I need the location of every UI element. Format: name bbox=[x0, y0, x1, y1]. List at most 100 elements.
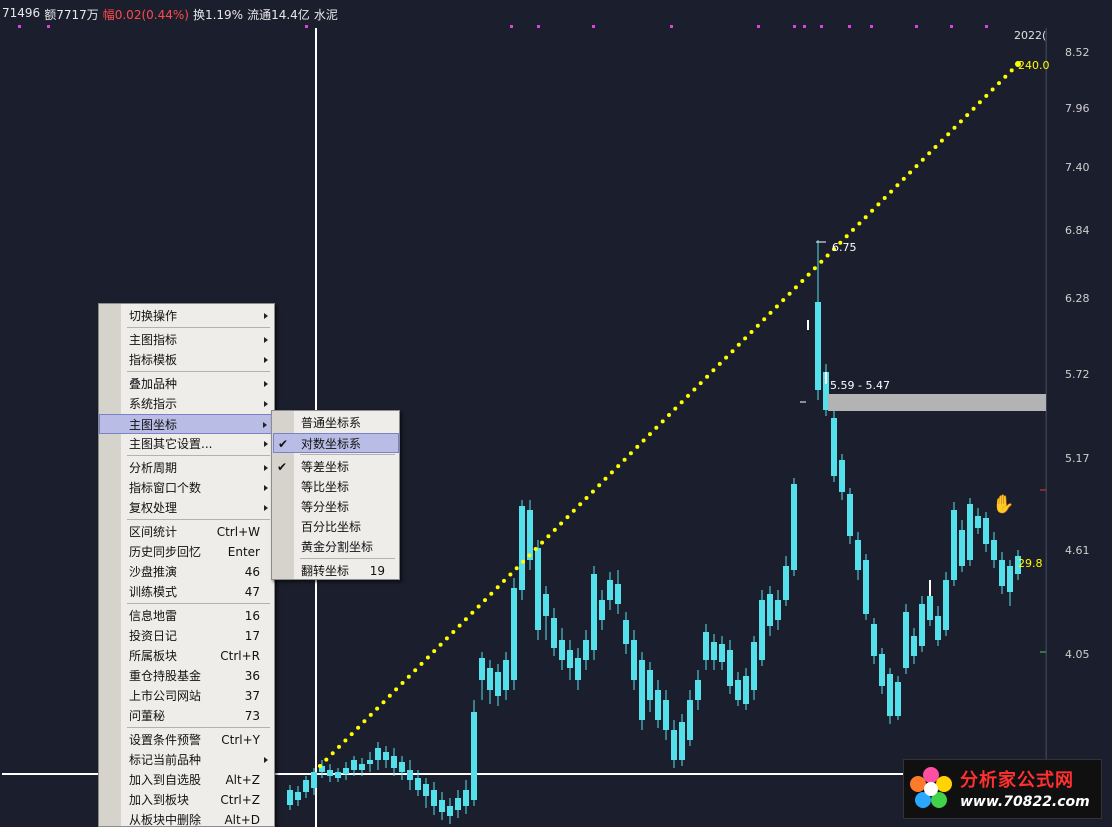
candle-body bbox=[335, 772, 341, 778]
event-marker bbox=[47, 25, 50, 28]
checkmark-icon: ✔ bbox=[278, 437, 289, 451]
trendline-dot bbox=[654, 425, 659, 430]
menu-item[interactable]: 指标窗口个数 bbox=[121, 478, 274, 498]
menu-item[interactable]: 投资日记 17 bbox=[121, 626, 274, 646]
menu-item[interactable]: 翻转坐标 19 bbox=[294, 561, 399, 581]
event-marker bbox=[510, 25, 513, 28]
trendline-dot bbox=[977, 100, 982, 105]
candle-body bbox=[735, 680, 741, 700]
menu-item[interactable]: 上市公司网站 37 bbox=[121, 686, 274, 706]
submenu-arrow-icon bbox=[264, 505, 268, 511]
trendline-dot bbox=[489, 591, 494, 596]
menu-item[interactable]: 训练模式 47 bbox=[121, 582, 274, 602]
trendline-dot bbox=[641, 438, 646, 443]
candle-body bbox=[687, 700, 693, 740]
menu-item[interactable]: ✔ 对数坐标系 bbox=[273, 433, 399, 453]
trendline-dot bbox=[457, 623, 462, 628]
menu-item-label: 设置条件预警 bbox=[129, 733, 202, 747]
candle-body bbox=[431, 790, 437, 806]
candle-body bbox=[519, 506, 525, 590]
menu-item[interactable]: 沙盘推演 46 bbox=[121, 562, 274, 582]
candle-body bbox=[367, 760, 373, 764]
trendline-dot bbox=[851, 227, 855, 232]
candle-body bbox=[295, 792, 301, 800]
trendline-dot bbox=[559, 521, 564, 526]
trendline-dot bbox=[597, 483, 602, 488]
menu-item[interactable]: 复权处理 bbox=[121, 498, 274, 518]
trendline-dot bbox=[762, 317, 767, 322]
menu-item[interactable]: 普通坐标系 bbox=[294, 413, 399, 433]
menu-item-label: 等差坐标 bbox=[301, 460, 350, 474]
menu-item-shortcut: Alt+Z bbox=[225, 773, 260, 787]
menu-item[interactable]: 百分比坐标 bbox=[294, 517, 399, 537]
candle-body bbox=[607, 580, 613, 600]
candle-body bbox=[311, 772, 317, 788]
trendline-dot bbox=[939, 138, 944, 143]
menu-item[interactable]: 主图其它设置... bbox=[121, 434, 274, 454]
menu-item-shortcut: 73 bbox=[244, 709, 260, 723]
menu-item[interactable]: 问董秘 73 bbox=[121, 706, 274, 726]
trendline-dot bbox=[400, 681, 405, 685]
candle-body bbox=[639, 660, 645, 720]
trendline-dot bbox=[438, 642, 443, 647]
menu-item[interactable]: 系统指示 bbox=[121, 394, 274, 414]
trendline-dot bbox=[483, 598, 487, 603]
coordinate-submenu: 普通坐标系 ✔ 对数坐标系 ✔ 等差坐标 等比坐标 等分坐标 百分比坐标 黄金分割坐标 翻转坐标 1… bbox=[271, 410, 400, 580]
trendline-dot bbox=[375, 706, 380, 711]
menu-item-label: 上市公司网站 bbox=[129, 689, 202, 703]
menu-item[interactable]: 标记当前品种 bbox=[121, 750, 274, 770]
candle-body bbox=[631, 640, 637, 680]
menu-item[interactable]: 分析周期 bbox=[121, 458, 274, 478]
candle-body bbox=[895, 682, 901, 716]
menu-item-label: 历史同步回忆 bbox=[129, 545, 202, 559]
price-tick: 6.84 bbox=[1065, 224, 1090, 237]
trendline-dot bbox=[419, 661, 424, 666]
menu-item[interactable]: 重仓持股基金 36 bbox=[121, 666, 274, 686]
menu-item-label: 从板块中删除 bbox=[129, 813, 202, 827]
trendline-current-label: 29.8 bbox=[1018, 557, 1043, 570]
event-marker bbox=[670, 25, 673, 28]
flower-logo-icon bbox=[910, 767, 952, 808]
candle-body bbox=[591, 574, 597, 650]
menu-item-label: 问董秘 bbox=[129, 709, 166, 723]
trendline-dot bbox=[609, 470, 614, 475]
trendline-dot bbox=[787, 291, 792, 296]
menu-item-label: 等比坐标 bbox=[301, 480, 350, 494]
menu-item[interactable]: 从板块中删除 Alt+D bbox=[121, 810, 274, 827]
trendline-dot bbox=[565, 515, 570, 520]
price-axis: 8.52 7.96 7.40 6.84 6.28 5.72 5.17 4.61 … bbox=[1046, 28, 1112, 798]
menu-item-label: 等分坐标 bbox=[301, 500, 350, 514]
trendline-dot bbox=[958, 119, 963, 124]
trendline-dot bbox=[736, 342, 741, 347]
menu-item[interactable]: 切换操作 bbox=[121, 306, 274, 326]
candle-body bbox=[423, 784, 429, 796]
event-marker bbox=[305, 25, 308, 28]
menu-item[interactable]: 黄金分割坐标 bbox=[294, 537, 399, 557]
menu-item[interactable]: 叠加品种 bbox=[121, 374, 274, 394]
menu-item[interactable]: ✔ 等差坐标 bbox=[277, 457, 399, 477]
candle-body bbox=[751, 642, 757, 690]
menu-item-label: 翻转坐标 bbox=[301, 564, 350, 578]
trendline-dot bbox=[444, 636, 449, 641]
menu-item[interactable]: 等分坐标 bbox=[294, 497, 399, 517]
trendline-dot bbox=[717, 361, 722, 366]
trendline-dot bbox=[997, 81, 1001, 86]
menu-item[interactable]: 指标模板 bbox=[121, 350, 274, 370]
submenu-arrow-icon bbox=[264, 381, 268, 387]
menu-item[interactable]: 设置条件预警 Ctrl+Y bbox=[121, 730, 274, 750]
menu-item[interactable]: 信息地雷 16 bbox=[121, 606, 274, 626]
menu-item[interactable]: 等比坐标 bbox=[294, 477, 399, 497]
menu-item[interactable]: 主图坐标 bbox=[99, 414, 274, 434]
menu-item[interactable]: 加入到自选股 Alt+Z bbox=[121, 770, 274, 790]
menu-item-label: 指标窗口个数 bbox=[129, 481, 202, 495]
candle-body bbox=[415, 778, 421, 790]
sector-value[interactable]: 水泥 bbox=[314, 6, 338, 24]
menu-item[interactable]: 历史同步回忆 Enter bbox=[121, 542, 274, 562]
candle-body bbox=[447, 806, 453, 816]
menu-item[interactable]: 加入到板块 Ctrl+Z bbox=[121, 790, 274, 810]
menu-item[interactable]: 主图指标 bbox=[121, 330, 274, 350]
trendline-dot bbox=[692, 387, 697, 392]
menu-item[interactable]: 区间统计 Ctrl+W bbox=[121, 522, 274, 542]
trendline-dot bbox=[755, 323, 760, 328]
menu-item[interactable]: 所属板块 Ctrl+R bbox=[121, 646, 274, 666]
